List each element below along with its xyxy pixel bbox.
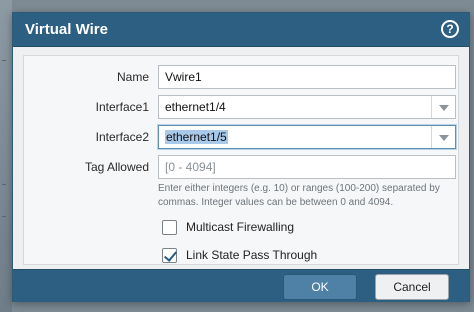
interface2-dropdown-toggle[interactable] bbox=[431, 126, 455, 148]
dialog-titlebar: Virtual Wire ? bbox=[13, 13, 469, 47]
interface1-label: Interface1 bbox=[95, 100, 149, 114]
tag-allowed-help-line2: commas. Integer values can be between 0 … bbox=[158, 197, 394, 208]
interface1-dropdown-toggle[interactable] bbox=[431, 96, 455, 118]
background-page-edge bbox=[0, 0, 12, 312]
name-input[interactable]: Vwire1 bbox=[158, 65, 456, 89]
interface1-value: ethernet1/4 bbox=[165, 100, 226, 114]
tag-allowed-help-line1: Enter either integers (e.g. 10) or range… bbox=[158, 183, 440, 194]
cancel-button[interactable]: Cancel bbox=[375, 274, 449, 300]
multicast-firewalling-checkbox[interactable] bbox=[162, 220, 177, 235]
tag-allowed-input[interactable]: [0 - 4094] bbox=[158, 155, 456, 179]
dialog-footer: OK Cancel bbox=[13, 269, 469, 302]
multicast-firewalling-label: Multicast Firewalling bbox=[186, 220, 295, 234]
tag-allowed-placeholder: [0 - 4094] bbox=[165, 160, 216, 174]
link-state-pass-through-label: Link State Pass Through bbox=[186, 248, 318, 262]
interface1-row: Interface1 ethernet1/4 bbox=[24, 95, 458, 121]
tag-allowed-label: Tag Allowed bbox=[84, 160, 149, 174]
chevron-down-icon bbox=[439, 105, 449, 111]
name-value: Vwire1 bbox=[165, 70, 202, 84]
tag-allowed-help: Enter either integers (e.g. 10) or range… bbox=[158, 182, 458, 210]
tag-allowed-row: Tag Allowed [0 - 4094] bbox=[24, 155, 458, 181]
name-row: Name Vwire1 bbox=[24, 65, 458, 91]
interface1-select[interactable]: ethernet1/4 bbox=[158, 95, 456, 119]
virtual-wire-dialog: Virtual Wire ? Name Vwire1 Interface1 et… bbox=[12, 12, 470, 302]
interface2-select[interactable]: ethernet1/5 bbox=[158, 125, 456, 149]
link-state-pass-through-checkbox[interactable] bbox=[162, 248, 177, 263]
interface2-value: ethernet1/5 bbox=[165, 130, 228, 144]
name-label: Name bbox=[116, 70, 149, 84]
chevron-down-icon bbox=[439, 135, 449, 141]
dialog-title: Virtual Wire bbox=[25, 21, 108, 38]
ok-button[interactable]: OK bbox=[283, 274, 357, 300]
virtual-wire-form: Name Vwire1 Interface1 ethernet1/4 Inter… bbox=[23, 55, 459, 265]
interface2-label: Interface2 bbox=[95, 130, 149, 144]
interface2-row: Interface2 ethernet1/5 bbox=[24, 125, 458, 151]
help-icon[interactable]: ? bbox=[441, 20, 459, 38]
